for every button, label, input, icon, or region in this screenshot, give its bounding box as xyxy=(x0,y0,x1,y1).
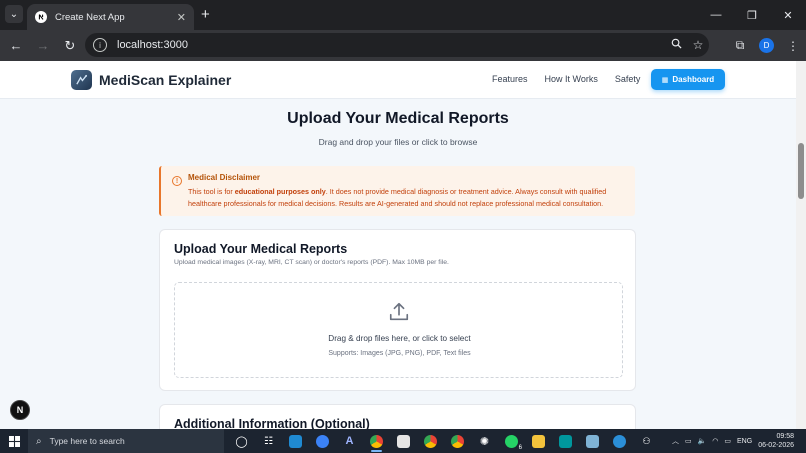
nav-link-safety[interactable]: Safety xyxy=(615,74,641,84)
file-dropzone[interactable]: Drag & drop files here, or click to sele… xyxy=(174,282,623,378)
upload-card-title: Upload Your Medical Reports xyxy=(174,242,348,256)
chrome-active-icon[interactable] xyxy=(363,429,390,453)
site-header: MediScan Explainer Features How It Works… xyxy=(0,61,796,99)
scrollbar-thumb[interactable] xyxy=(798,143,804,199)
taskbar-apps: ◯ ☷ A ✺ 6 ⚇ xyxy=(228,429,660,453)
address-bar[interactable]: i localhost:3000 ☆ xyxy=(85,33,709,57)
restore-icon[interactable]: ❐ xyxy=(734,0,770,30)
clock[interactable]: 09:58 06-02-2026 xyxy=(758,432,794,450)
tab-search-button[interactable]: ⌄ xyxy=(5,5,23,23)
windows-taskbar: ⌕ Type here to search ◯ ☷ A ✺ 6 ⚇ ︿ ▭ 🔈 … xyxy=(0,429,806,453)
multitask-icon[interactable]: ☷ xyxy=(255,429,282,453)
disclaimer-title: Medical Disclaimer xyxy=(188,173,261,182)
task-view-icon[interactable]: ◯ xyxy=(228,429,255,453)
disclaimer-text-bold: educational purposes only xyxy=(234,187,326,196)
page-title: Upload Your Medical Reports xyxy=(287,110,509,127)
chrome-icon[interactable] xyxy=(444,429,471,453)
dashboard-label: Dashboard xyxy=(672,75,715,84)
windows-start-icon[interactable] xyxy=(0,429,28,453)
search-icon: ⌕ xyxy=(36,435,42,447)
nextjs-favicon-icon xyxy=(35,11,47,23)
brand-logo-icon xyxy=(71,70,92,90)
window-controls: — ❐ ✕ xyxy=(698,0,806,30)
clock-date: 06-02-2026 xyxy=(758,442,794,449)
new-tab-button[interactable]: + xyxy=(201,6,210,23)
dropzone-supported-types: Supports: Images (JPG, PNG), PDF, Text f… xyxy=(328,350,471,357)
volume-icon[interactable]: 🔈 xyxy=(698,437,707,445)
chrome-profile-icon[interactable] xyxy=(417,429,444,453)
file-explorer-icon[interactable] xyxy=(525,429,552,453)
bookmark-star-icon[interactable]: ☆ xyxy=(687,38,709,52)
forward-arrow-icon[interactable]: → xyxy=(30,33,56,59)
minimize-icon[interactable]: — xyxy=(698,0,734,30)
dropzone-instructions: Drag & drop files here, or click to sele… xyxy=(328,334,471,343)
tab-title: Create Next App xyxy=(55,11,125,23)
tab-close-icon[interactable]: ✕ xyxy=(177,11,186,24)
browser-tab[interactable]: Create Next App ✕ xyxy=(27,4,194,30)
nextjs-dev-indicator[interactable]: N xyxy=(10,400,30,420)
page-viewport: MediScan Explainer Features How It Works… xyxy=(0,61,806,429)
additional-info-title: Additional Information (Optional) xyxy=(174,417,370,429)
top-nav: Features How It Works Safety xyxy=(492,74,657,84)
dashboard-grid-icon: ▦ xyxy=(661,76,669,84)
page-scrollbar[interactable] xyxy=(796,61,806,429)
toolbar-actions: ⧉ D ⋮ xyxy=(727,30,806,61)
tray-chevron-icon[interactable]: ︿ xyxy=(672,436,679,446)
back-arrow-icon[interactable]: ← xyxy=(3,33,29,59)
reload-icon[interactable]: ↻ xyxy=(57,33,83,59)
whatsapp-icon[interactable]: 6 xyxy=(498,429,525,453)
page-subtitle: Drag and drop your files or click to bro… xyxy=(318,137,478,147)
cube-app-icon[interactable] xyxy=(390,429,417,453)
battery-icon[interactable]: ▭ xyxy=(724,437,731,445)
medical-disclaimer: ! Medical Disclaimer This tool is for ed… xyxy=(159,166,635,216)
edge-icon[interactable] xyxy=(606,429,633,453)
language-indicator[interactable]: ENG xyxy=(737,438,752,445)
url-text[interactable]: localhost:3000 xyxy=(117,39,665,51)
brand[interactable]: MediScan Explainer xyxy=(71,70,231,90)
upload-icon xyxy=(389,302,409,321)
vscode-icon[interactable] xyxy=(282,429,309,453)
nav-link-features[interactable]: Features xyxy=(492,74,528,84)
additional-info-card: Additional Information (Optional) xyxy=(159,404,636,429)
browser-tab-strip: ⌄ Create Next App ✕ + — ❐ ✕ xyxy=(0,0,806,30)
chatgpt-icon[interactable]: ✺ xyxy=(471,429,498,453)
alert-circle-icon: ! xyxy=(172,176,182,186)
notes-app-icon[interactable] xyxy=(579,429,606,453)
taskbar-search[interactable]: ⌕ Type here to search xyxy=(28,429,224,453)
disclaimer-text-pre: This tool is for xyxy=(188,187,235,196)
system-tray: ︿ ▭ 🔈 ◠ ▭ ENG 09:58 06-02-2026 xyxy=(669,429,806,453)
dashboard-button[interactable]: ▦ Dashboard xyxy=(651,69,725,90)
upload-card-subtitle: Upload medical images (X-ray, MRI, CT sc… xyxy=(174,259,449,266)
arduino-icon[interactable] xyxy=(552,429,579,453)
site-info-icon[interactable]: i xyxy=(93,38,107,52)
wifi-icon[interactable]: ◠ xyxy=(712,437,718,445)
copilot-icon[interactable] xyxy=(309,429,336,453)
nav-link-how-it-works[interactable]: How It Works xyxy=(545,74,598,84)
disclaimer-body: This tool is for educational purposes on… xyxy=(188,186,628,210)
taskbar-search-placeholder: Type here to search xyxy=(49,436,125,446)
app-a-icon[interactable]: A xyxy=(336,429,363,453)
tray-monitor-icon[interactable]: ▭ xyxy=(685,437,692,445)
clock-time: 09:58 xyxy=(776,433,794,440)
zoom-icon[interactable] xyxy=(665,38,687,52)
close-window-icon[interactable]: ✕ xyxy=(770,0,806,30)
profile-avatar[interactable]: D xyxy=(759,38,774,53)
whatsapp-badge: 6 xyxy=(518,445,522,451)
people-icon[interactable]: ⚇ xyxy=(633,429,660,453)
upload-card: Upload Your Medical Reports Upload medic… xyxy=(159,229,636,391)
extensions-icon[interactable]: ⧉ xyxy=(727,38,753,53)
browser-toolbar: ← → ↻ i localhost:3000 ☆ ⧉ D ⋮ xyxy=(0,30,806,61)
brand-name: MediScan Explainer xyxy=(99,72,232,88)
chrome-menu-icon[interactable]: ⋮ xyxy=(780,39,806,53)
